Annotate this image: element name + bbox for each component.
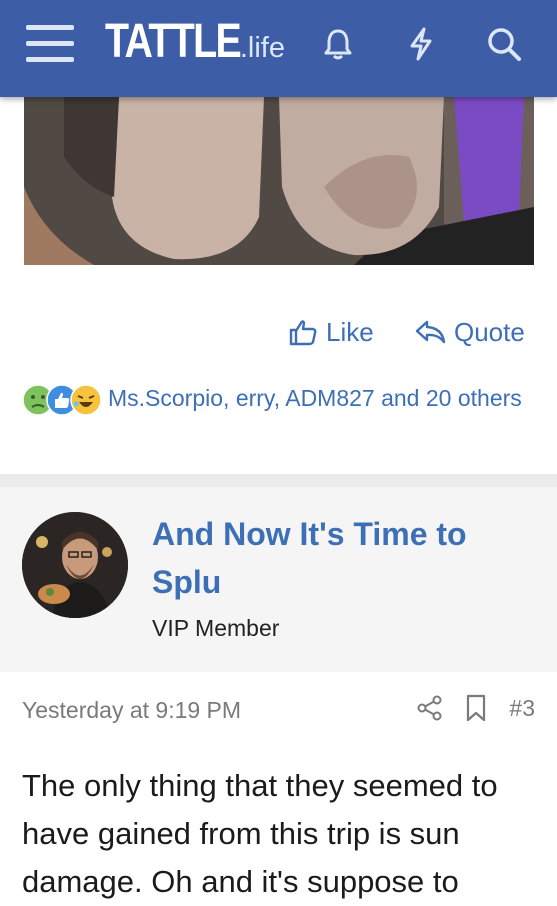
logo-sub-text: .life: [239, 32, 285, 64]
post-image[interactable]: [24, 97, 534, 265]
like-button[interactable]: Like: [288, 315, 374, 349]
reactions-text: Ms.Scorpio, erry, ADM827 and 20 others: [108, 385, 522, 411]
post-divider: [0, 474, 557, 487]
author-name-link[interactable]: And Now It's Time to Splu: [152, 510, 522, 606]
laughing-face-icon: [70, 384, 102, 416]
reactions-summary[interactable]: Ms.Scorpio, erry, ADM827 and 20 others: [22, 380, 542, 416]
menu-icon[interactable]: [26, 25, 74, 63]
bookmark-icon[interactable]: [465, 694, 487, 722]
post-meta-actions: #3: [417, 694, 535, 722]
reply-icon: [415, 320, 446, 344]
quote-label: Quote: [454, 316, 525, 347]
top-nav-bar: TATTLE .life: [0, 0, 557, 97]
post-body-text: The only thing that they seemed to have …: [22, 768, 498, 899]
lightning-icon[interactable]: [401, 24, 441, 64]
avatar[interactable]: [22, 512, 128, 618]
thumbs-up-icon: [289, 320, 317, 346]
share-icon[interactable]: [417, 695, 443, 721]
logo-main-text: TATTLE: [105, 15, 242, 68]
search-icon[interactable]: [484, 24, 524, 64]
site-logo[interactable]: TATTLE .life: [105, 14, 285, 74]
post-number-link[interactable]: #3: [509, 695, 535, 722]
like-label: Like: [326, 316, 374, 347]
post-timestamp[interactable]: Yesterday at 9:19 PM: [22, 697, 241, 724]
bell-icon[interactable]: [318, 24, 358, 64]
author-block: And Now It's Time to Splu VIP Member: [0, 487, 557, 672]
author-role: VIP Member: [152, 615, 280, 641]
quote-button[interactable]: Quote: [414, 315, 525, 349]
